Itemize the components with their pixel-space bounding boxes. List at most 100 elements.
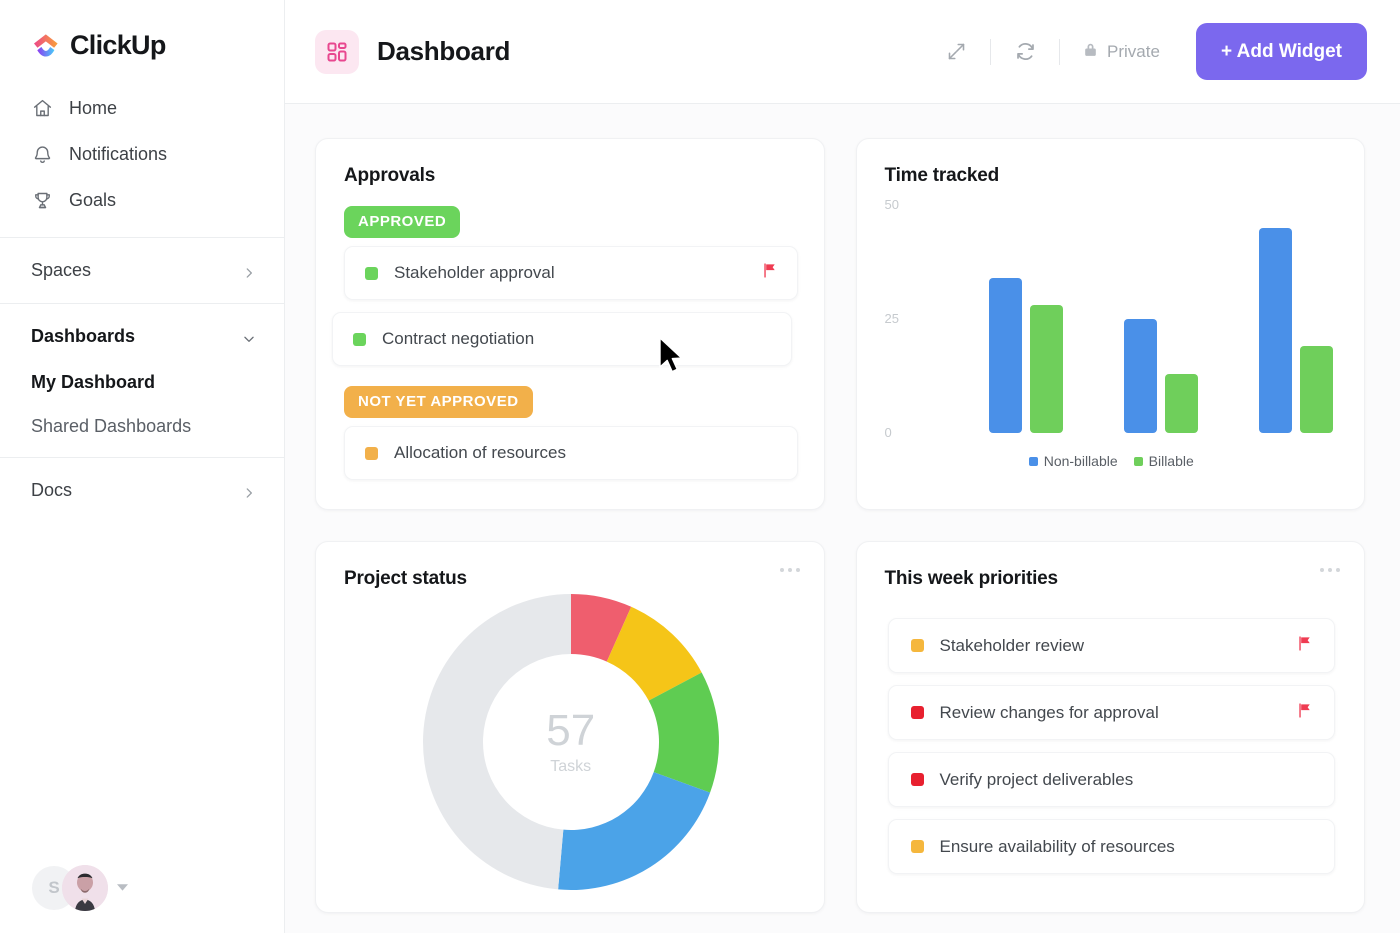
lock-icon	[1082, 41, 1099, 63]
status-dot	[365, 267, 378, 280]
status-badge: APPROVED	[344, 206, 460, 238]
bar-plot-area	[929, 205, 1329, 433]
user-menu[interactable]: S	[0, 865, 128, 911]
approvals-group-approved: APPROVED Stakeholder approval Contract n…	[344, 206, 798, 366]
refresh-icon[interactable]	[1003, 30, 1047, 74]
dashboards-section: Dashboards My Dashboard Shared Dashboard…	[0, 303, 284, 457]
priorities-list: Stakeholder review Review changes for app…	[885, 618, 1339, 874]
task-row[interactable]: Allocation of resources	[344, 426, 798, 480]
priority-label: Review changes for approval	[940, 703, 1159, 723]
card-title: Project status	[344, 568, 798, 590]
chart-legend: Non-billable Billable	[885, 453, 1339, 469]
dashboards-label: Dashboards	[31, 326, 135, 347]
priorities-card: This week priorities Stakeholder review R…	[856, 541, 1366, 913]
primary-nav: Home Notifications	[0, 83, 284, 237]
bar-non-billable[interactable]	[1124, 319, 1157, 433]
brand-name: ClickUp	[70, 30, 166, 61]
y-axis-tick-0: 0	[885, 425, 892, 440]
priority-flag-icon[interactable]	[760, 261, 779, 285]
sidebar: ClickUp Home Notifications	[0, 0, 285, 933]
bar-non-billable[interactable]	[1259, 228, 1292, 433]
status-dot	[911, 639, 924, 652]
donut-chart	[421, 592, 721, 892]
dashboard-canvas: Approvals APPROVED Stakeholder approval …	[285, 104, 1400, 933]
task-label: Stakeholder approval	[394, 263, 555, 283]
chevron-right-icon	[242, 264, 256, 278]
bar-billable[interactable]	[1030, 305, 1063, 433]
task-row[interactable]: Contract negotiation	[332, 312, 792, 366]
bar-group	[1259, 228, 1333, 433]
status-dot	[911, 706, 924, 719]
privacy-label: Private	[1107, 42, 1160, 62]
caret-down-icon[interactable]	[117, 883, 128, 894]
chevron-right-icon	[242, 484, 256, 498]
sidebar-item-home[interactable]: Home	[0, 85, 284, 131]
priority-row[interactable]: Verify project deliverables	[888, 752, 1336, 807]
top-bar: Dashboard	[285, 0, 1400, 104]
task-row[interactable]: Stakeholder approval	[344, 246, 798, 300]
more-options-icon[interactable]	[780, 568, 800, 572]
priority-label: Stakeholder review	[940, 636, 1085, 656]
sidebar-item-spaces[interactable]: Spaces	[0, 247, 284, 294]
more-options-icon[interactable]	[1320, 568, 1340, 572]
sidebar-subitem-label: Shared Dashboards	[31, 416, 191, 437]
sidebar-item-label: Home	[69, 98, 117, 119]
donut-segment-blue[interactable]	[558, 772, 710, 890]
donut-segment-grey[interactable]	[423, 594, 571, 889]
sidebar-item-notifications[interactable]: Notifications	[0, 131, 284, 177]
legend-item: Non-billable	[1029, 453, 1118, 469]
avatar[interactable]	[62, 865, 108, 911]
card-title: Approvals	[344, 165, 798, 187]
project-status-donut: 57 Tasks	[344, 592, 798, 892]
priority-row[interactable]: Review changes for approval	[888, 685, 1336, 740]
legend-swatch	[1134, 457, 1143, 466]
status-dot	[365, 447, 378, 460]
divider	[1059, 39, 1060, 65]
brand-logo[interactable]: ClickUp	[0, 0, 284, 83]
sidebar-item-my-dashboard[interactable]: My Dashboard	[0, 360, 284, 404]
docs-label: Docs	[31, 480, 72, 501]
bar-group	[989, 278, 1063, 433]
priority-label: Verify project deliverables	[940, 770, 1134, 790]
legend-item: Billable	[1134, 453, 1194, 469]
status-badge: NOT YET APPROVED	[344, 386, 533, 418]
add-widget-button[interactable]: + Add Widget	[1196, 23, 1367, 80]
status-dot	[353, 333, 366, 346]
dashboard-grid-icon	[315, 30, 359, 74]
workspace-initial: S	[48, 878, 59, 898]
card-title: This week priorities	[885, 568, 1339, 590]
sidebar-item-dashboards[interactable]: Dashboards	[0, 313, 284, 360]
privacy-toggle[interactable]: Private	[1072, 41, 1170, 63]
priority-flag-icon[interactable]	[1295, 634, 1314, 658]
priority-row[interactable]: Stakeholder review	[888, 618, 1336, 673]
sidebar-subitem-label: My Dashboard	[31, 372, 155, 393]
spaces-label: Spaces	[31, 260, 91, 281]
clickup-logo-icon	[31, 31, 61, 61]
spaces-section: Spaces	[0, 237, 284, 303]
home-icon	[31, 97, 53, 119]
sidebar-item-shared-dashboards[interactable]: Shared Dashboards	[0, 404, 284, 448]
page-title: Dashboard	[377, 36, 510, 67]
main-area: Dashboard	[285, 0, 1400, 933]
bar-group	[1124, 319, 1198, 433]
sidebar-item-goals[interactable]: Goals	[0, 177, 284, 223]
approvals-group-not-yet-approved: NOT YET APPROVED Allocation of resources	[344, 386, 798, 480]
legend-swatch	[1029, 457, 1038, 466]
bar-billable[interactable]	[1165, 374, 1198, 433]
legend-label: Non-billable	[1044, 453, 1118, 469]
sidebar-item-docs[interactable]: Docs	[0, 467, 284, 514]
y-axis-tick-25: 25	[885, 311, 899, 326]
divider	[990, 39, 991, 65]
task-label: Allocation of resources	[394, 443, 566, 463]
project-status-card: Project status 57 Tasks	[315, 541, 825, 913]
task-label: Contract negotiation	[382, 329, 534, 349]
chevron-down-icon	[242, 330, 256, 344]
bar-non-billable[interactable]	[989, 278, 1022, 433]
priority-flag-icon[interactable]	[1295, 701, 1314, 725]
status-dot	[911, 840, 924, 853]
expand-arrows-icon[interactable]	[934, 30, 978, 74]
bar-billable[interactable]	[1300, 346, 1333, 433]
status-dot	[911, 773, 924, 786]
priority-row[interactable]: Ensure availability of resources	[888, 819, 1336, 874]
trophy-icon	[31, 189, 53, 211]
